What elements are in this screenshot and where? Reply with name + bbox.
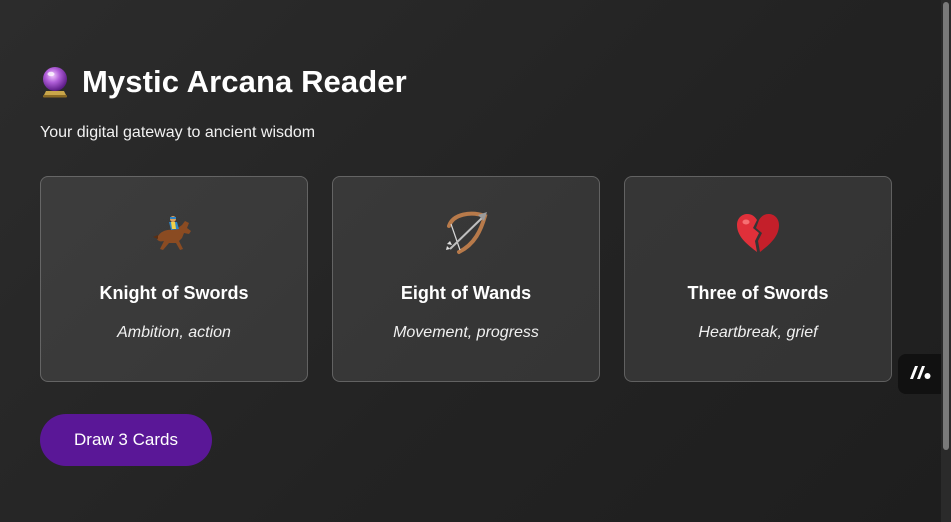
card-meaning: Movement, progress — [393, 324, 539, 341]
crystal-ball-icon — [40, 66, 70, 98]
draw-cards-button[interactable]: Draw 3 Cards — [40, 414, 212, 466]
tarot-card-knight-of-swords[interactable]: Knight of Swords Ambition, action — [40, 176, 308, 382]
card-name: Eight of Wands — [400, 283, 532, 303]
card-name: Knight of Swords — [99, 283, 249, 303]
horse-racing-icon — [148, 207, 200, 259]
main-content: Mystic Arcana Reader Your digital gatewa… — [40, 60, 898, 466]
header: Mystic Arcana Reader — [40, 60, 898, 104]
floating-widget-button[interactable] — [898, 354, 942, 394]
tarot-card-eight-of-wands[interactable]: Eight of Wands Movement, progress — [332, 176, 600, 382]
bow-and-arrow-icon — [440, 207, 492, 259]
card-meaning: Ambition, action — [117, 324, 231, 341]
scrollbar-thumb[interactable] — [943, 2, 949, 450]
page-subtitle: Your digital gateway to ancient wisdom — [40, 124, 316, 141]
card-spread: Knight of Swords Ambition, action Eight … — [40, 176, 898, 382]
page-title: Mystic Arcana Reader — [82, 64, 407, 99]
vertical-scrollbar[interactable] — [941, 0, 951, 522]
card-name: Three of Swords — [687, 283, 829, 303]
tarot-card-three-of-swords[interactable]: Three of Swords Heartbreak, grief — [624, 176, 892, 382]
app-logo-icon — [908, 364, 932, 385]
broken-heart-icon — [732, 207, 784, 259]
card-meaning: Heartbreak, grief — [698, 324, 818, 341]
